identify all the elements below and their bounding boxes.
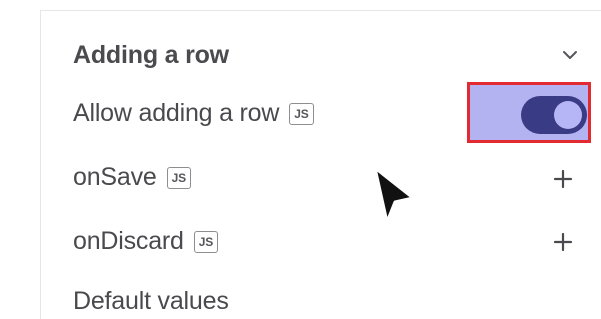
section-title: Adding a row — [73, 41, 229, 69]
property-pane: Adding a row Allow adding a row JS onSav… — [0, 0, 601, 319]
default-values-label: Default values — [73, 287, 229, 316]
on-discard-text: onDiscard — [73, 227, 184, 255]
allow-adding-row-label: Allow adding a row JS — [73, 99, 314, 128]
on-save-text: onSave — [73, 163, 157, 191]
js-toggle-badge[interactable]: JS — [193, 230, 219, 253]
js-toggle-badge[interactable]: JS — [289, 102, 314, 125]
allow-adding-row-toggle[interactable] — [521, 96, 587, 134]
toggle-knob — [554, 101, 582, 129]
on-discard-label: onDiscard JS — [73, 227, 219, 256]
default-values-text: Default values — [73, 287, 229, 315]
js-toggle-badge[interactable]: JS — [166, 166, 191, 189]
plus-icon[interactable] — [552, 168, 574, 190]
chevron-down-icon[interactable] — [561, 48, 579, 62]
mouse-cursor-icon — [373, 166, 415, 224]
on-save-label: onSave JS — [73, 163, 191, 192]
plus-icon[interactable] — [552, 231, 574, 253]
allow-adding-row-text: Allow adding a row — [73, 99, 280, 127]
